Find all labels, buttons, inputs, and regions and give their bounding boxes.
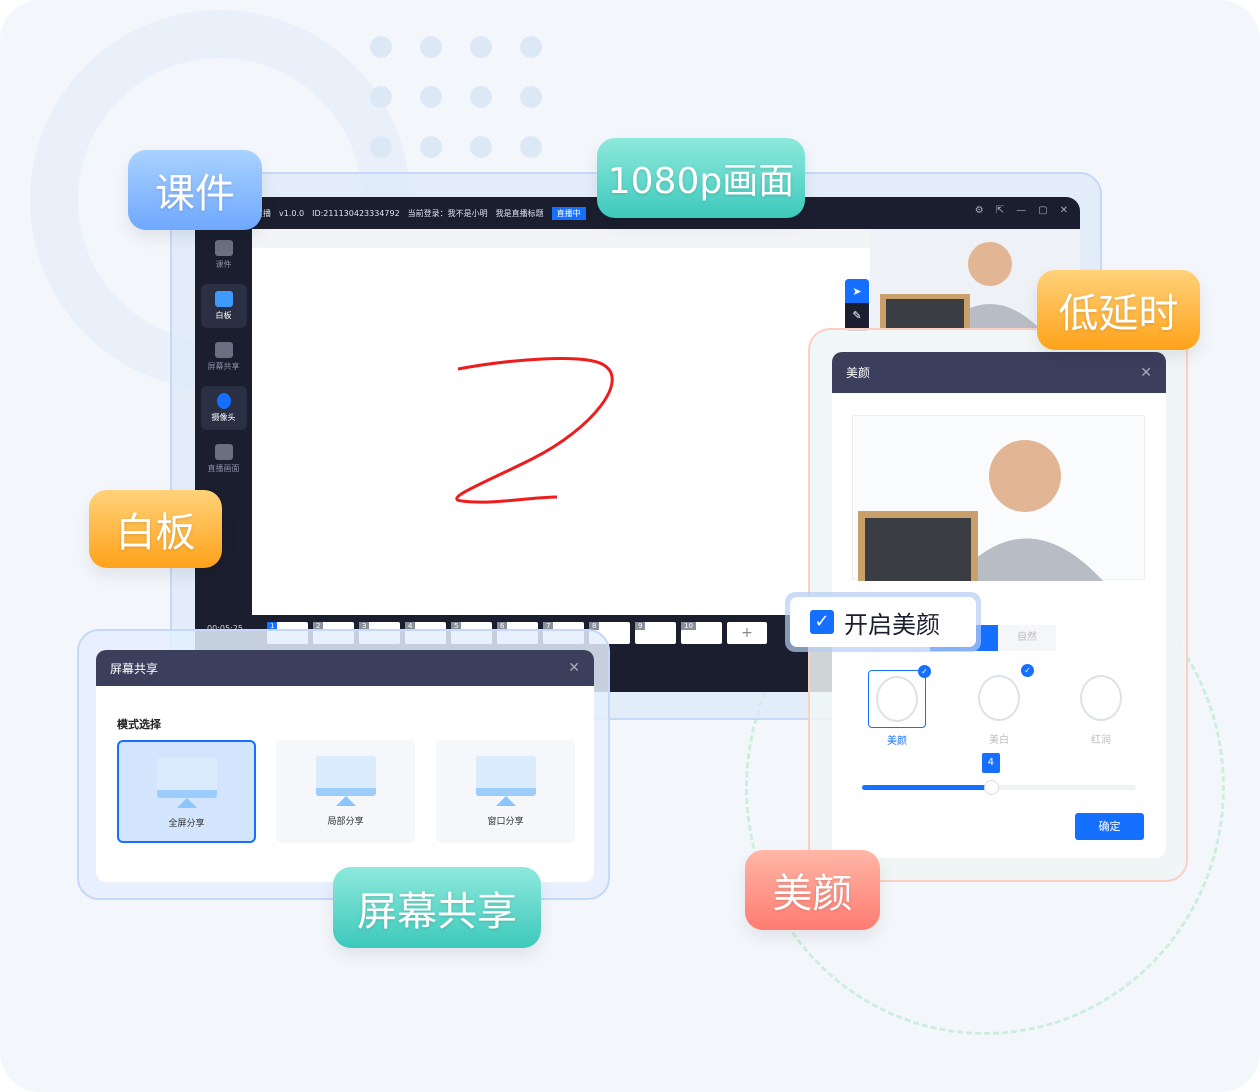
login-user: 当前登录：我不是小明 [407, 208, 488, 218]
confirm-button[interactable]: 确定 [1075, 813, 1144, 840]
slider-thumb[interactable] [983, 780, 999, 795]
maximize-icon[interactable]: ▢ [1038, 205, 1047, 216]
slider-value: 4 [981, 753, 1000, 773]
sidebar-item-courseware[interactable]: 课件 [201, 233, 247, 277]
share-icon[interactable]: ⇱ [996, 205, 1004, 216]
decor-dots [370, 36, 542, 158]
close-icon[interactable]: ✕ [1060, 205, 1068, 216]
beauty-slider[interactable]: 4 [862, 753, 1136, 795]
live-title: 我是直播标题 [495, 208, 544, 218]
screen-share-icon [214, 342, 233, 358]
enable-beauty-label: 开启美颜 [844, 610, 940, 639]
tag-beauty: 美颜 [745, 850, 880, 930]
tag-whiteboard: 白板 [89, 490, 222, 568]
enable-beauty-callout: ✓ 开启美颜 [785, 592, 981, 652]
page-thumbnail[interactable]: 9 [635, 622, 676, 644]
sidebar: 课件 白板 屏幕共享 摄像头 直播画面 [195, 229, 252, 692]
beauty-preview [852, 415, 1145, 581]
mode-window[interactable]: 窗口分享 [436, 740, 575, 843]
page-number: 10 [681, 622, 696, 630]
mode-region[interactable]: 局部分享 [276, 740, 415, 843]
sidebar-item-camera[interactable]: 摄像头 [200, 386, 247, 430]
tag-courseware: 课件 [128, 150, 262, 230]
check-icon: ✓ [1021, 664, 1034, 677]
settings-icon[interactable]: ⚙ [975, 205, 984, 216]
page-thumbnail[interactable]: 10 [681, 622, 722, 644]
tag-low-latency: 低延时 [1037, 270, 1200, 350]
mode-fullscreen[interactable]: 全屏分享 [117, 740, 256, 843]
live-status-badge: 直播中 [551, 206, 586, 220]
option-rosy[interactable]: 红润 [1072, 670, 1130, 746]
option-beauty[interactable]: ✓ 美颜 [868, 665, 931, 747]
beauty-options: ✓ 美颜 ✓ 美白 红润 [868, 664, 1138, 750]
dialog-title: 屏幕共享 [110, 661, 159, 676]
pen-icon[interactable]: ✎ [845, 303, 869, 327]
sidebar-item-label: 白板 [215, 311, 232, 320]
sidebar-item-label: 课件 [215, 260, 232, 269]
sidebar-item-layout[interactable]: 直播画面 [201, 437, 247, 481]
close-icon[interactable]: ✕ [568, 660, 580, 676]
sidebar-item-label: 直播画面 [207, 464, 240, 473]
drawing-toolbar: ➤ ✎ [845, 279, 869, 331]
option-label: 美颜 [887, 736, 907, 747]
close-icon[interactable]: ✕ [1140, 365, 1152, 381]
camera-icon [216, 393, 231, 409]
mode-label: 局部分享 [327, 817, 364, 827]
screen-share-dialog: 屏幕共享 ✕ 模式选择 全屏分享 局部分享 窗口分享 [96, 650, 594, 882]
pointer-icon[interactable]: ➤ [845, 279, 869, 303]
app-version: v1.0.0 [279, 208, 305, 218]
monitor-region-icon [315, 756, 376, 806]
dialog-title: 美颜 [846, 366, 871, 380]
courseware-icon [214, 240, 233, 256]
check-icon: ✓ [918, 665, 931, 678]
sidebar-item-whiteboard[interactable]: 白板 [200, 284, 247, 328]
minimize-icon[interactable]: — [1016, 205, 1026, 216]
sidebar-item-label: 摄像头 [211, 413, 236, 422]
monitor-window-icon [475, 756, 536, 806]
sidebar-item-label: 屏幕共享 [207, 362, 240, 371]
layout-icon [214, 444, 233, 460]
section-title: 模式选择 [117, 718, 161, 731]
option-whiten[interactable]: ✓ 美白 [970, 664, 1034, 746]
tag-screen-share: 屏幕共享 [333, 867, 541, 948]
mode-label: 全屏分享 [168, 819, 205, 829]
add-page-button[interactable]: + [727, 622, 767, 644]
whiteboard-icon [214, 291, 233, 307]
checkbox-checked-icon[interactable]: ✓ [810, 610, 834, 634]
sidebar-item-screen-share[interactable]: 屏幕共享 [201, 335, 247, 379]
tab-natural[interactable]: 自然 [998, 625, 1056, 651]
room-id: ID:211130423334792 [312, 208, 400, 218]
monitor-fullscreen-icon [156, 758, 217, 808]
mode-label: 窗口分享 [487, 817, 524, 827]
tag-1080p: 1080p画面 [597, 138, 805, 218]
page-number: 9 [635, 622, 646, 630]
option-label: 美白 [989, 735, 1009, 746]
option-label: 红润 [1091, 735, 1111, 746]
